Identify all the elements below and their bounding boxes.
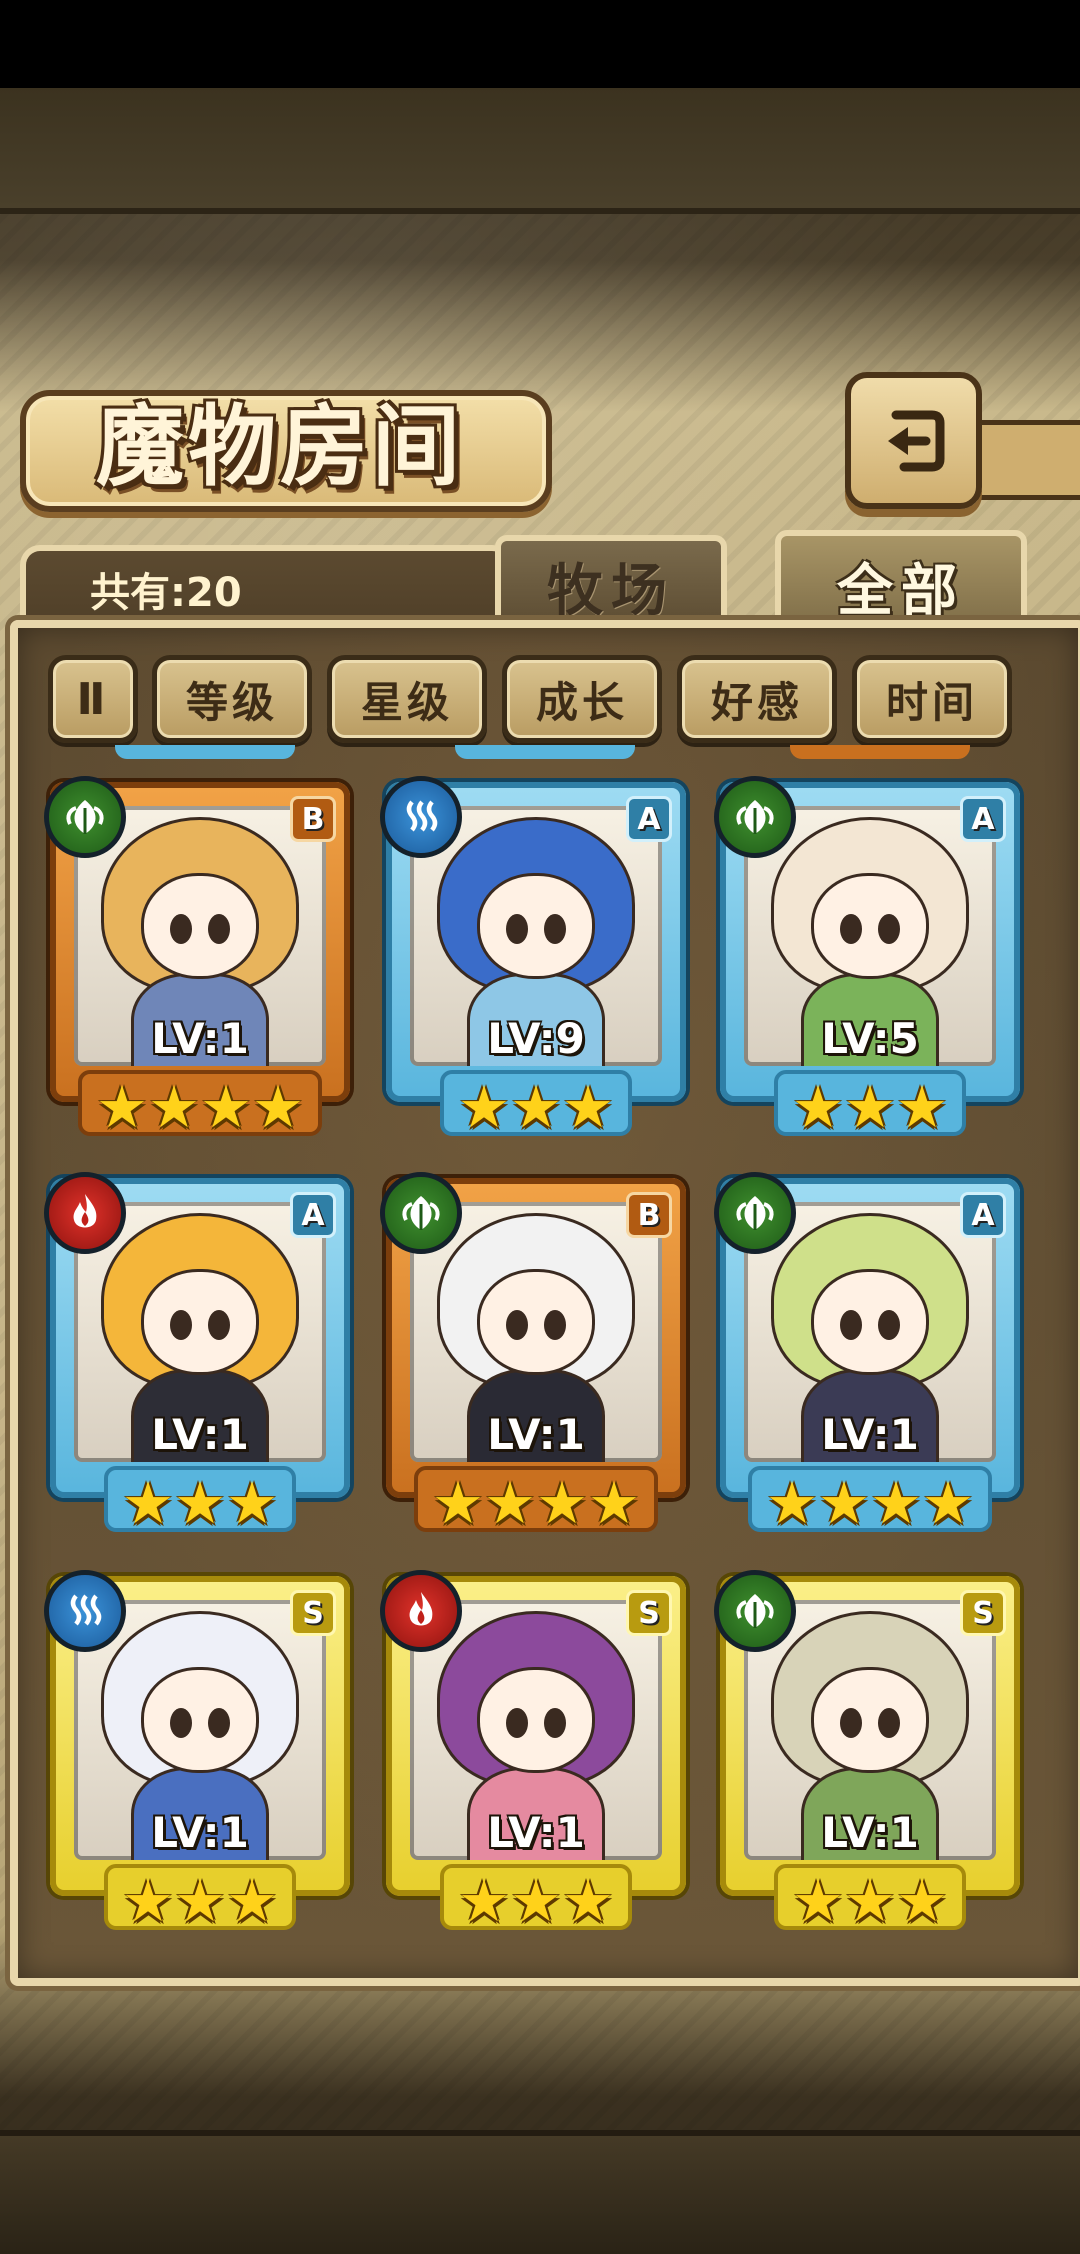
star-icon: ★	[174, 1867, 226, 1935]
star-rating: ★ ★ ★	[386, 1864, 686, 1935]
monster-level: LV:1	[487, 1808, 585, 1857]
star-icon: ★	[96, 1073, 148, 1141]
leaf-element-icon	[714, 1172, 796, 1254]
return-arrow-icon	[887, 410, 944, 471]
monster-level: LV:5	[821, 1014, 919, 1063]
star-icon: ★	[896, 1073, 948, 1141]
water-element-icon	[44, 1570, 126, 1652]
monster-level: LV:1	[151, 1014, 249, 1063]
back-button[interactable]	[845, 372, 982, 509]
star-icon: ★	[200, 1073, 252, 1141]
rank-badge: A	[960, 1192, 1006, 1238]
rank-badge: S	[626, 1590, 672, 1636]
rank-badge: S	[960, 1590, 1006, 1636]
star-icon: ★	[484, 1469, 536, 1537]
monster-level: LV:1	[151, 1410, 249, 1459]
monster-level: LV:1	[821, 1808, 919, 1857]
monster-card[interactable]: B LV:1 ★ ★ ★ ★	[44, 776, 350, 1142]
star-icon: ★	[562, 1073, 614, 1141]
star-icon: ★	[510, 1073, 562, 1141]
star-icon: ★	[226, 1867, 278, 1935]
rank-badge: B	[290, 796, 336, 842]
star-rating: ★ ★ ★ ★	[50, 1070, 350, 1141]
star-icon: ★	[792, 1073, 844, 1141]
monster-card[interactable]: A LV:1 ★ ★ ★ ★	[714, 1172, 1020, 1538]
star-icon: ★	[562, 1867, 614, 1935]
monster-card[interactable]: A LV:5 ★ ★ ★	[714, 776, 1020, 1142]
monster-card[interactable]: A LV:9 ★ ★ ★	[380, 776, 686, 1142]
water-element-icon	[380, 776, 462, 858]
status-bar	[0, 0, 1080, 88]
star-icon: ★	[148, 1073, 200, 1141]
star-icon: ★	[922, 1469, 974, 1537]
rank-badge: A	[626, 796, 672, 842]
star-icon: ★	[844, 1073, 896, 1141]
star-rating: ★ ★ ★	[386, 1070, 686, 1141]
star-icon: ★	[792, 1867, 844, 1935]
star-rating: ★ ★ ★ ★	[386, 1466, 686, 1537]
star-icon: ★	[122, 1867, 174, 1935]
star-icon: ★	[458, 1073, 510, 1141]
star-icon: ★	[510, 1867, 562, 1935]
monster-card[interactable]: S LV:1 ★ ★ ★	[380, 1570, 686, 1936]
leaf-element-icon	[714, 1570, 796, 1652]
scrolled-card-edge	[455, 745, 635, 759]
page-title: 魔物房间	[95, 395, 464, 498]
monster-card[interactable]: S LV:1 ★ ★ ★	[714, 1570, 1020, 1936]
fire-element-icon	[380, 1570, 462, 1652]
star-icon: ★	[174, 1469, 226, 1537]
rank-badge: A	[290, 1192, 336, 1238]
leaf-element-icon	[380, 1172, 462, 1254]
sort-affection-button[interactable]: 好感	[677, 655, 837, 743]
monster-level: LV:1	[151, 1808, 249, 1857]
scrolled-card-edge	[790, 745, 970, 759]
star-rating: ★ ★ ★	[50, 1466, 350, 1537]
sort-growth-button[interactable]: 成长	[502, 655, 662, 743]
star-rating: ★ ★ ★	[720, 1864, 1020, 1935]
monster-card[interactable]: S LV:1 ★ ★ ★	[44, 1570, 350, 1936]
bottom-border-band	[0, 2130, 1080, 2254]
star-icon: ★	[536, 1469, 588, 1537]
rank-badge: A	[960, 796, 1006, 842]
star-icon: ★	[122, 1469, 174, 1537]
star-icon: ★	[588, 1469, 640, 1537]
sort-order-toggle[interactable]: Ⅱ	[48, 655, 138, 743]
rank-badge: B	[626, 1192, 672, 1238]
star-rating: ★ ★ ★ ★	[720, 1466, 1020, 1537]
star-icon: ★	[766, 1469, 818, 1537]
sort-star-button[interactable]: 星级	[327, 655, 487, 743]
leaf-element-icon	[44, 776, 126, 858]
leaf-element-icon	[714, 776, 796, 858]
sort-time-button[interactable]: 时间	[852, 655, 1012, 743]
star-icon: ★	[432, 1469, 484, 1537]
top-border-band	[0, 88, 1080, 214]
monster-count: 共有:20	[90, 570, 242, 616]
sort-level-button[interactable]: 等级	[152, 655, 312, 743]
star-icon: ★	[896, 1867, 948, 1935]
rank-badge: S	[290, 1590, 336, 1636]
monster-level: LV:1	[821, 1410, 919, 1459]
scrolled-card-edge	[115, 745, 295, 759]
star-icon: ★	[844, 1867, 896, 1935]
star-icon: ★	[870, 1469, 922, 1537]
star-icon: ★	[226, 1469, 278, 1537]
monster-card[interactable]: A LV:1 ★ ★ ★	[44, 1172, 350, 1538]
tab-farm[interactable]: 牧场	[495, 535, 727, 631]
back-button-rail	[975, 420, 1080, 500]
star-icon: ★	[252, 1073, 304, 1141]
star-icon: ★	[458, 1867, 510, 1935]
star-rating: ★ ★ ★	[720, 1070, 1020, 1141]
monster-level: LV:9	[487, 1014, 585, 1063]
sort-order-icon: Ⅱ	[76, 673, 110, 725]
star-rating: ★ ★ ★	[50, 1864, 350, 1935]
fire-element-icon	[44, 1172, 126, 1254]
star-icon: ★	[818, 1469, 870, 1537]
monster-level: LV:1	[487, 1410, 585, 1459]
monster-card[interactable]: B LV:1 ★ ★ ★ ★	[380, 1172, 686, 1538]
